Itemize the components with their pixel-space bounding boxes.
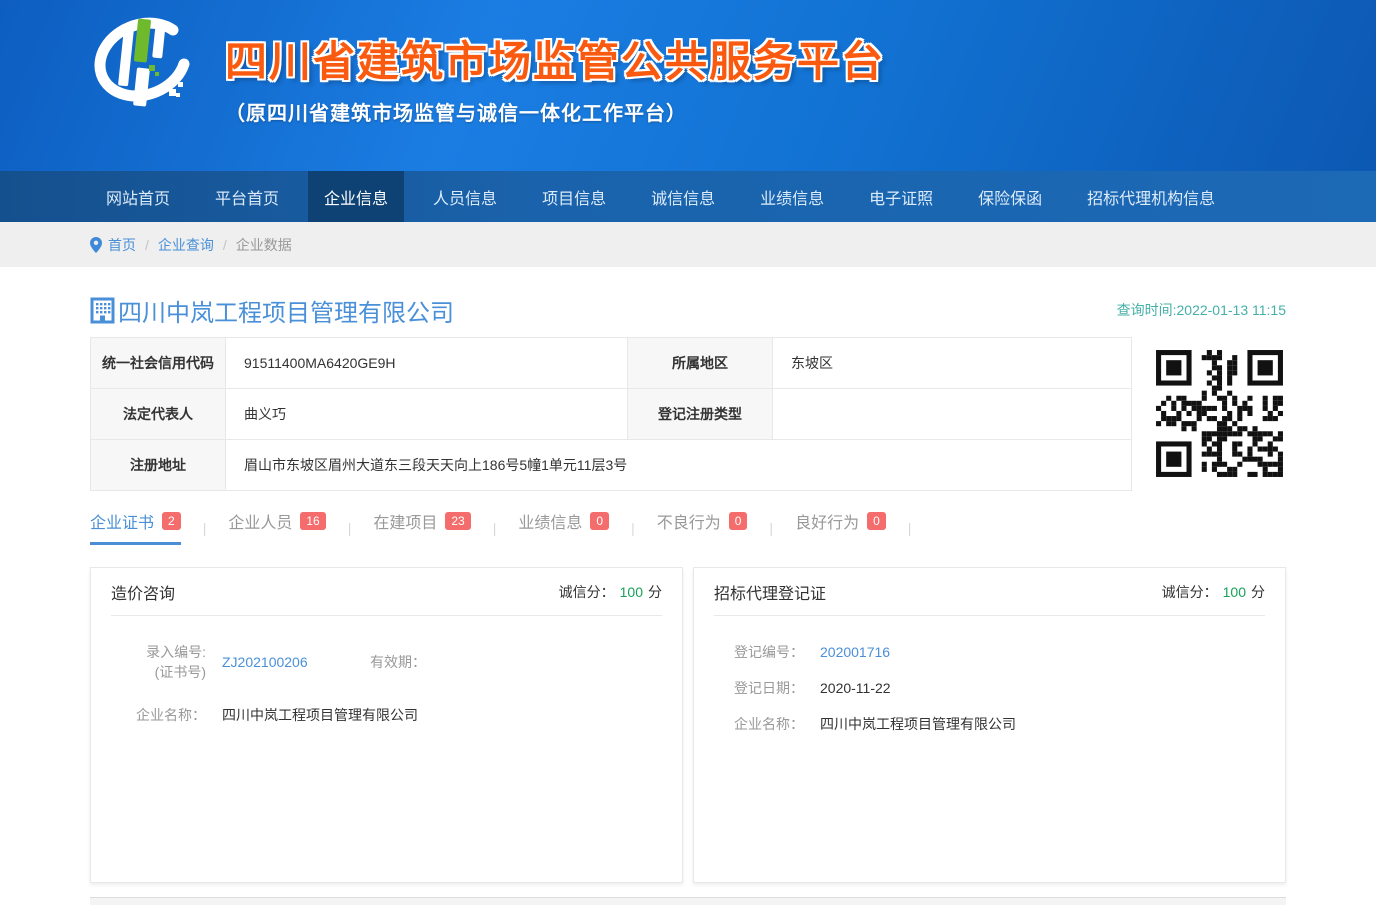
company-name-value: 四川中岚工程项目管理有限公司: [222, 705, 418, 725]
logo-icon: [85, 14, 197, 116]
credit-score: 诚信分： 100 分: [559, 582, 662, 602]
credit-score-unit: 分: [648, 584, 662, 600]
detail-tabs: 企业证书 2 | 企业人员 16 | 在建项目 23 | 业绩信息 0 | 不良…: [90, 509, 1286, 545]
nav-item-home[interactable]: 网站首页: [90, 171, 186, 222]
tab-label: 在建项目: [373, 509, 437, 533]
tab-performance-info[interactable]: 业绩信息 0: [518, 509, 609, 545]
entry-no-link[interactable]: ZJ202100206: [222, 654, 370, 670]
tab-label: 不良行为: [657, 509, 721, 533]
credit-score-value: 100: [620, 584, 643, 600]
tab-enterprise-certificates[interactable]: 企业证书 2: [90, 509, 181, 545]
legal-rep-value: 曲义巧: [226, 389, 628, 440]
site-title: 四川省建筑市场监管公共服务平台: [225, 28, 885, 89]
location-pin-icon: [90, 237, 102, 253]
nav-item-insurance[interactable]: 保险保函: [962, 171, 1058, 222]
nav-item-personnel-info[interactable]: 人员信息: [417, 171, 513, 222]
credit-score-label: 诚信分：: [559, 584, 615, 600]
credit-score-label: 诚信分：: [1162, 584, 1218, 600]
company-info-table: 统一社会信用代码 91511400MA6420GE9H 所属地区 东坡区 法定代…: [90, 337, 1132, 491]
company-name-heading: 四川中岚工程项目管理有限公司: [118, 293, 454, 328]
nav-item-credit-info[interactable]: 诚信信息: [635, 171, 731, 222]
region-label: 所属地区: [628, 338, 773, 389]
legal-rep-label: 法定代表人: [91, 389, 226, 440]
tab-separator: |: [908, 520, 912, 545]
reg-no-link[interactable]: 202001716: [820, 644, 890, 660]
breadcrumb-home-link[interactable]: 首页: [108, 235, 136, 255]
credit-score-value: 100: [1223, 584, 1246, 600]
tab-separator: |: [769, 520, 773, 545]
count-badge: 0: [729, 512, 748, 530]
count-badge: 0: [590, 512, 609, 530]
header-banner: 四川省建筑市场监管公共服务平台 （原四川省建筑市场监管与诚信一体化工作平台）: [0, 0, 1376, 171]
site-subtitle: （原四川省建筑市场监管与诚信一体化工作平台）: [225, 97, 885, 126]
validity-label: 有效期：: [370, 652, 426, 672]
address-label: 注册地址: [91, 440, 226, 491]
reg-type-value: [773, 389, 1132, 440]
qr-code: [1154, 348, 1286, 479]
tab-separator: |: [493, 520, 497, 545]
platform-logo[interactable]: [85, 14, 197, 116]
reg-type-label: 登记注册类型: [628, 389, 773, 440]
credit-code-label: 统一社会信用代码: [91, 338, 226, 389]
company-name-label: 企业名称：: [111, 705, 206, 725]
tab-enterprise-personnel[interactable]: 企业人员 16: [228, 509, 325, 545]
building-icon: [90, 297, 115, 324]
tab-label: 企业证书: [90, 509, 154, 533]
tab-separator: |: [203, 520, 207, 545]
breadcrumb-separator: /: [145, 237, 149, 253]
tab-label: 业绩信息: [518, 509, 582, 533]
nav-item-project-info[interactable]: 项目信息: [526, 171, 622, 222]
card-title: 造价咨询: [111, 580, 175, 604]
nav-item-performance-info[interactable]: 业绩信息: [744, 171, 840, 222]
credit-code-value: 91511400MA6420GE9H: [226, 338, 628, 389]
breadcrumb-current: 企业数据: [236, 235, 292, 255]
credit-score: 诚信分： 100 分: [1162, 582, 1265, 602]
breadcrumb: 首页 / 企业查询 / 企业数据: [0, 222, 1376, 267]
tab-separator: |: [631, 520, 635, 545]
reg-no-label: 登记编号：: [714, 642, 804, 662]
certificate-card-cost-consulting: 造价咨询 诚信分： 100 分 录入编号: (证书号) ZJ202100206 有效…: [90, 567, 683, 883]
count-badge: 2: [162, 512, 181, 530]
credit-score-unit: 分: [1251, 584, 1265, 600]
region-value: 东坡区: [773, 338, 1132, 389]
entry-no-label: 录入编号: (证书号): [111, 642, 206, 683]
count-badge: 16: [300, 512, 325, 530]
nav-item-platform-home[interactable]: 平台首页: [199, 171, 295, 222]
tab-label: 企业人员: [228, 509, 292, 533]
reg-date-label: 登记日期：: [714, 678, 804, 698]
address-value: 眉山市东坡区眉州大道东三段天天向上186号5幢1单元11层3号: [226, 440, 1132, 491]
count-badge: 23: [445, 512, 470, 530]
tab-projects-under-construction[interactable]: 在建项目 23: [373, 509, 470, 545]
tab-bad-behavior[interactable]: 不良行为 0: [657, 509, 748, 545]
tab-separator: |: [348, 520, 352, 545]
tab-good-behavior[interactable]: 良好行为 0: [795, 509, 886, 545]
reg-date-value: 2020-11-22: [820, 680, 891, 696]
tab-label: 良好行为: [795, 509, 859, 533]
footer-strip: [90, 897, 1286, 905]
certificate-card-bidding-agency: 招标代理登记证 诚信分： 100 分 登记编号： 202001716 登记日期： 2…: [693, 567, 1286, 883]
company-name-value: 四川中岚工程项目管理有限公司: [820, 714, 1016, 734]
main-content: 四川中岚工程项目管理有限公司 查询时间:2022-01-13 11:15 统一社…: [90, 267, 1286, 905]
main-nav: 网站首页 平台首页 企业信息 人员信息 项目信息 诚信信息 业绩信息 电子证照 …: [0, 171, 1376, 222]
nav-item-bidding-agency[interactable]: 招标代理机构信息: [1071, 171, 1231, 222]
breadcrumb-enterprise-search-link[interactable]: 企业查询: [158, 235, 214, 255]
query-time: 查询时间:2022-01-13 11:15: [1117, 300, 1286, 320]
company-title: 四川中岚工程项目管理有限公司: [90, 293, 454, 328]
company-name-label: 企业名称：: [714, 714, 804, 734]
breadcrumb-separator: /: [223, 237, 227, 253]
card-title: 招标代理登记证: [714, 580, 826, 604]
nav-item-e-certificate[interactable]: 电子证照: [853, 171, 949, 222]
nav-item-enterprise-info[interactable]: 企业信息: [308, 171, 404, 222]
count-badge: 0: [867, 512, 886, 530]
